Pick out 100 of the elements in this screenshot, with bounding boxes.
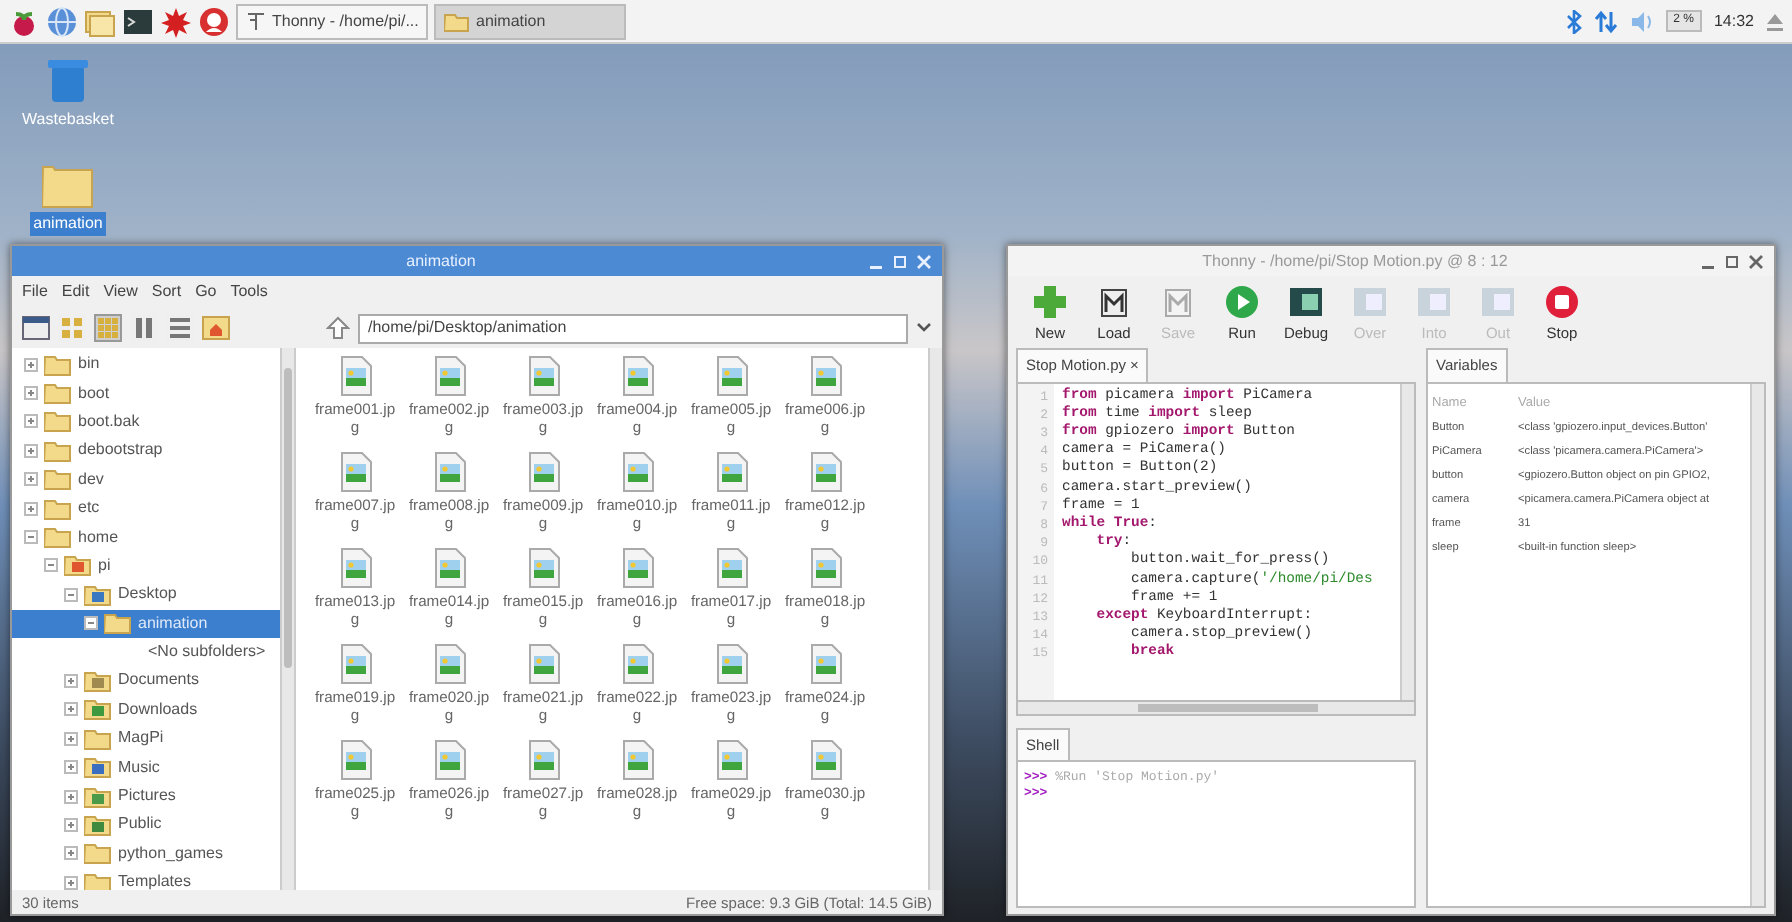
folder-icon — [84, 871, 112, 890]
menu-item[interactable]: Edit — [61, 280, 90, 304]
tree-item[interactable]: Public — [12, 810, 280, 840]
window-title: animation — [404, 249, 478, 273]
document-icon — [1096, 284, 1132, 320]
folder-icon — [44, 468, 72, 491]
code-editor[interactable] — [1016, 381, 1416, 701]
scrollbar[interactable] — [1750, 383, 1764, 906]
tree-item[interactable]: bin — [12, 350, 280, 379]
menu-item[interactable]: View — [103, 280, 138, 304]
burst-icon[interactable] — [160, 5, 192, 37]
up-arrow-icon[interactable] — [326, 316, 350, 340]
menu-item[interactable]: Sort — [151, 280, 182, 304]
tree-item[interactable]: pi — [12, 551, 280, 581]
tree-item[interactable]: Documents — [12, 666, 280, 696]
home-icon[interactable] — [202, 316, 230, 340]
menu-item[interactable]: Go — [195, 280, 217, 304]
expand-icon[interactable] — [24, 414, 38, 429]
folder-icon — [44, 382, 72, 405]
image-file-icon — [527, 548, 559, 588]
expand-icon[interactable] — [64, 702, 78, 717]
dropdown-caret-icon[interactable] — [916, 322, 932, 334]
image-file-icon — [715, 644, 747, 684]
image-file-icon — [527, 452, 559, 492]
image-file-icon — [809, 452, 841, 492]
window-icon[interactable] — [22, 316, 50, 340]
image-file-icon — [809, 356, 841, 396]
scrollbar[interactable] — [280, 348, 294, 890]
plus-icon — [1032, 284, 1068, 320]
tree-item[interactable]: boot — [12, 378, 280, 408]
image-file-icon — [433, 644, 465, 684]
expand-icon[interactable] — [64, 673, 78, 688]
expand-icon[interactable] — [24, 443, 38, 458]
menu-item[interactable]: File — [22, 280, 48, 304]
image-file-icon — [527, 740, 559, 780]
expand-icon[interactable] — [64, 760, 78, 775]
expand-icon[interactable] — [24, 386, 38, 401]
image-file-icon — [809, 644, 841, 684]
expand-icon[interactable] — [24, 501, 38, 516]
tree-item[interactable]: Desktop — [12, 580, 280, 610]
taskbar-button[interactable]: animation — [434, 3, 626, 39]
collapse-icon[interactable] — [44, 558, 58, 573]
tree-item[interactable]: MagPi — [12, 724, 280, 753]
folder-icon — [84, 756, 112, 779]
updown-arrows-icon[interactable] — [1593, 9, 1618, 33]
expand-icon[interactable] — [24, 472, 38, 487]
globe-icon[interactable] — [46, 5, 78, 37]
tree-item[interactable]: Downloads — [12, 695, 280, 725]
scrollbar[interactable] — [928, 348, 942, 890]
tree-item[interactable]: boot.bak — [12, 407, 280, 437]
tree-item[interactable]: home — [12, 522, 280, 552]
close-icon[interactable] — [1748, 253, 1764, 269]
eject-icon[interactable] — [1766, 11, 1784, 31]
clock: 14:32 — [1713, 9, 1754, 33]
desktop-icon-label[interactable]: animation — [29, 212, 107, 236]
collapse-icon[interactable] — [84, 616, 98, 631]
tree-item[interactable]: Music — [12, 752, 280, 782]
expand-icon[interactable] — [64, 789, 78, 804]
path-field[interactable]: /home/pi/Desktop/animation — [358, 313, 908, 343]
expand-icon[interactable] — [64, 817, 78, 832]
round-logo-icon[interactable] — [198, 5, 230, 37]
folder-icon — [84, 727, 112, 750]
tree-item[interactable]: etc — [12, 493, 280, 523]
folder-icon — [84, 698, 112, 721]
expand-icon[interactable] — [64, 875, 78, 890]
image-file-icon — [715, 548, 747, 588]
image-file-icon — [339, 548, 371, 588]
scrollbar[interactable] — [1400, 383, 1414, 699]
collapse-icon[interactable] — [64, 587, 78, 602]
play-icon — [1224, 284, 1260, 320]
tree-item[interactable]: animation — [12, 609, 280, 638]
folder-icon — [84, 785, 112, 808]
expand-icon[interactable] — [24, 357, 38, 372]
collapse-icon[interactable] — [24, 530, 38, 545]
image-file-icon — [339, 452, 371, 492]
tree-item[interactable]: Pictures — [12, 781, 280, 811]
expand-icon[interactable] — [64, 731, 78, 746]
maximize-icon[interactable] — [1724, 253, 1740, 269]
tree-item[interactable]: debootstrap — [12, 436, 280, 466]
taskbar-button[interactable]: Thonny - /home/pi/... — [236, 3, 428, 39]
debugger-icon — [1352, 284, 1388, 320]
menu-item[interactable]: Tools — [230, 280, 268, 304]
view-mode-button[interactable] — [130, 314, 158, 342]
image-file-icon — [339, 644, 371, 684]
tree-item[interactable]: python_games — [12, 839, 280, 869]
debugger-icon — [1480, 284, 1516, 320]
tree-item[interactable]: dev — [12, 465, 280, 494]
terminal-icon[interactable] — [122, 5, 154, 37]
image-file-icon — [527, 644, 559, 684]
view-mode-button[interactable] — [94, 314, 122, 342]
folder-icon — [44, 353, 72, 376]
folder-icon — [44, 439, 72, 462]
image-file-icon — [527, 356, 559, 396]
image-file-icon — [715, 452, 747, 492]
bluetooth-icon[interactable] — [1565, 9, 1582, 33]
tree-item[interactable]: Templates — [12, 868, 280, 890]
speaker-icon[interactable] — [1629, 9, 1654, 33]
image-file-icon — [621, 740, 653, 780]
image-file-icon — [621, 452, 653, 492]
expand-icon[interactable] — [64, 846, 78, 861]
